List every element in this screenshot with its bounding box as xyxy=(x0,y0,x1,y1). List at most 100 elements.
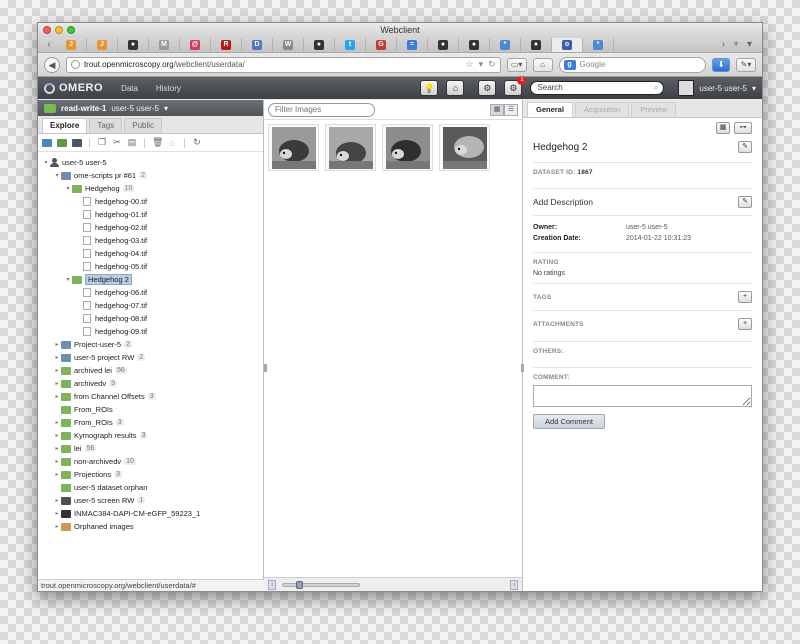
tree-item[interactable]: ▾ ome-scripts pr #61 2 xyxy=(42,169,263,182)
remove-icon[interactable]: ⌂ xyxy=(167,138,177,148)
list-view-icon[interactable]: ☰ xyxy=(504,103,518,116)
tree-expand-icon[interactable]: ▸ xyxy=(53,354,61,361)
comment-input[interactable] xyxy=(533,385,752,407)
tab-acquisition[interactable]: Acquisition xyxy=(574,102,630,117)
tab-list-icon[interactable]: ▾ xyxy=(747,39,752,50)
reader-button[interactable]: ▭▾ xyxy=(506,57,527,72)
address-field[interactable]: trout.openmicroscopy.org/webclient/userd… xyxy=(65,56,501,73)
dropdown-icon[interactable]: ▾ xyxy=(479,59,484,70)
tree-item[interactable]: ▸ From_ROIs 3 xyxy=(42,416,263,429)
tree-item[interactable]: hedgehog-01.tif xyxy=(42,208,263,221)
tree-expand-icon[interactable]: ▸ xyxy=(53,471,61,478)
tree-item[interactable]: ▾ Hedgehog 10 xyxy=(42,182,263,195)
add-description-link[interactable]: Add Description xyxy=(533,197,593,207)
tree-expand-icon[interactable]: ▸ xyxy=(53,497,61,504)
favicon-tab[interactable]: ● xyxy=(118,37,149,52)
cut-icon[interactable]: ✂ xyxy=(112,137,122,148)
favicon-tab[interactable]: ● xyxy=(428,37,459,52)
tree-item[interactable]: ▾ user-5 user-5 xyxy=(42,156,263,169)
tree-expand-icon[interactable]: ▸ xyxy=(53,341,61,348)
favicon-tab[interactable]: R xyxy=(211,37,242,52)
delete-icon[interactable]: 🗑 xyxy=(152,137,163,148)
resize-handle-icon[interactable]: ↕ xyxy=(510,579,518,590)
back-button[interactable]: ◀ xyxy=(44,56,60,73)
open-viewer-icon[interactable]: ▦ xyxy=(716,122,730,134)
tree-item[interactable]: ▸ non-archivedv 10 xyxy=(42,455,263,468)
tree-item[interactable]: hedgehog-06.tif xyxy=(42,286,263,299)
tree-item[interactable]: ▸ Project-user-5 2 xyxy=(42,338,263,351)
reload-icon[interactable]: ↻ xyxy=(488,59,496,70)
favicon-tab[interactable]: ● xyxy=(304,37,335,52)
tree-item[interactable]: ▸ user-5 project RW 2 xyxy=(42,351,263,364)
tab-public[interactable]: Public xyxy=(124,118,163,133)
tab-preview[interactable]: Preview xyxy=(631,102,676,117)
refresh-icon[interactable]: ↻ xyxy=(192,137,202,148)
home-button[interactable]: ⌂ xyxy=(532,57,553,72)
menu-data[interactable]: Data xyxy=(121,84,138,93)
close-window-button[interactable] xyxy=(43,26,51,34)
favicon-tab[interactable]: = xyxy=(397,37,428,52)
tree-item[interactable]: ▸ lei 56 xyxy=(42,442,263,455)
tree-item[interactable]: hedgehog-02.tif xyxy=(42,221,263,234)
filter-images-input[interactable] xyxy=(268,102,375,117)
favicon-tab[interactable]: J xyxy=(87,37,118,52)
activities-button[interactable]: ⚙ 1 xyxy=(504,76,527,96)
favicon-tab[interactable]: t xyxy=(335,37,366,52)
tree-item[interactable]: ▸ user-5 screen RW 1 xyxy=(42,494,263,507)
favicon-tab[interactable]: D xyxy=(242,37,273,52)
favicon-tab[interactable]: W xyxy=(273,37,304,52)
tree-expand-icon[interactable]: ▸ xyxy=(53,367,61,374)
tree-item[interactable]: ▸ archived lei 56 xyxy=(42,364,263,377)
favicon-tab[interactable]: ● xyxy=(521,37,552,52)
favicon-tab[interactable]: * xyxy=(490,37,521,52)
tree-item[interactable]: ▸ Kymograph results 3 xyxy=(42,429,263,442)
minimize-window-button[interactable] xyxy=(55,26,63,34)
favicon-tab[interactable]: G xyxy=(366,37,397,52)
add-attachment-icon[interactable]: + xyxy=(738,318,752,330)
add-tag-icon[interactable]: + xyxy=(738,291,752,303)
image-thumbnail[interactable] xyxy=(439,124,490,171)
lightbulb-button[interactable]: 💡 xyxy=(420,80,439,96)
tab-scroll-left-icon[interactable]: ‹ xyxy=(42,39,56,50)
thumbnail-zoom-slider[interactable] xyxy=(282,580,360,589)
resize-handle-icon[interactable]: ↕ xyxy=(268,579,276,590)
omero-logo[interactable]: OMERO xyxy=(44,82,103,94)
link-icon[interactable]: ⊶ xyxy=(734,122,752,134)
tab-tags[interactable]: Tags xyxy=(89,118,123,133)
group-switcher[interactable]: read-write-1 user-5 user-5 ▾ xyxy=(38,100,263,116)
paste-icon[interactable]: ▤ xyxy=(127,137,137,148)
thumbnail-view-icon[interactable]: ▦ xyxy=(490,103,504,116)
favicon-tab[interactable]: ● xyxy=(459,37,490,52)
tree-item[interactable]: ▾ Hedgehog 2 xyxy=(42,273,263,286)
tab-general[interactable]: General xyxy=(527,102,573,117)
tree-expand-icon[interactable]: ▸ xyxy=(53,510,61,517)
bookmark-star-icon[interactable]: ☆ xyxy=(465,59,473,70)
search-icon[interactable]: ⌕ xyxy=(654,82,658,94)
settings-button[interactable]: ⚙ xyxy=(478,80,497,96)
downloads-button[interactable]: ⬇ xyxy=(712,57,731,72)
menu-history[interactable]: History xyxy=(156,84,181,93)
web-search-field[interactable]: g Google xyxy=(558,56,707,73)
tree-item[interactable]: hedgehog-09.tif xyxy=(42,325,263,338)
right-splitter-handle[interactable] xyxy=(521,364,524,372)
extensions-button[interactable]: ✎▾ xyxy=(736,57,756,72)
tree-item[interactable]: From_ROIs xyxy=(42,403,263,416)
edit-name-icon[interactable]: ✎ xyxy=(738,141,752,153)
tree-expand-icon[interactable]: ▸ xyxy=(53,393,61,400)
image-thumbnail[interactable] xyxy=(382,124,433,171)
image-thumbnail[interactable] xyxy=(268,124,319,171)
basket-button[interactable]: ⌂ xyxy=(446,80,465,96)
zoom-slider-knob[interactable] xyxy=(295,580,303,589)
tree-item[interactable]: hedgehog-08.tif xyxy=(42,312,263,325)
new-tab-icon[interactable]: + xyxy=(733,39,739,50)
tree-expand-icon[interactable]: ▸ xyxy=(53,458,61,465)
tree-item[interactable]: ▸ Projections 3 xyxy=(42,468,263,481)
tree-expand-icon[interactable]: ▸ xyxy=(53,432,61,439)
favicon-tab[interactable]: M xyxy=(149,37,180,52)
tree-item[interactable]: hedgehog-07.tif xyxy=(42,299,263,312)
tree-item[interactable]: ▸ archivedv 9 xyxy=(42,377,263,390)
tree-collapse-icon[interactable]: ▾ xyxy=(64,185,72,192)
favicon-tab[interactable]: J xyxy=(56,37,87,52)
tree-expand-icon[interactable]: ▸ xyxy=(53,445,61,452)
tree-collapse-icon[interactable]: ▾ xyxy=(53,172,61,179)
